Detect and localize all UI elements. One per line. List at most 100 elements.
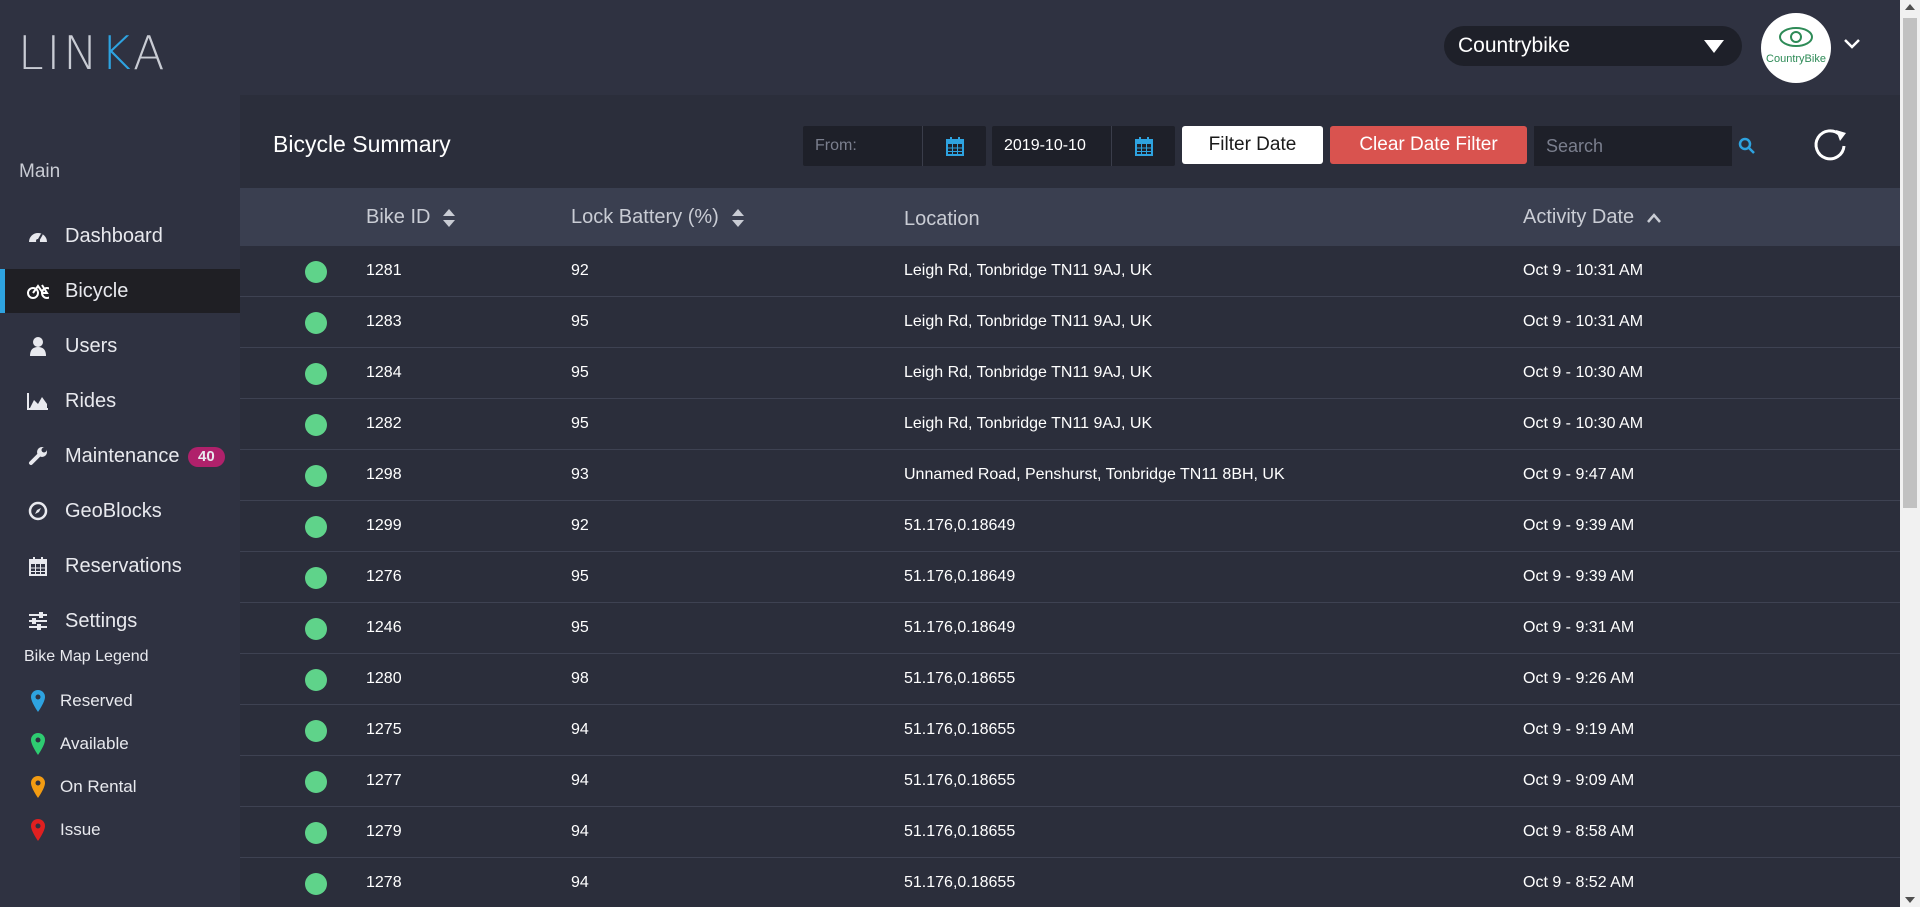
location-cell: 51.176,0.18655 <box>904 772 1016 789</box>
sidebar-item-geoblocks[interactable]: GeoBlocks <box>0 489 240 533</box>
company-select[interactable]: Countrybike <box>1444 26 1742 66</box>
clear-date-filter-button[interactable]: Clear Date Filter <box>1330 126 1527 164</box>
sidebar-item-rides[interactable]: Rides <box>0 379 240 423</box>
table-row[interactable]: 1283 95 Leigh Rd, Tonbridge TN11 9AJ, UK Oc… <box>240 297 1900 348</box>
activity-date-cell: Oct 9 - 10:30 AM <box>1523 364 1644 381</box>
column-header-activity-date[interactable]: Activity Date <box>1523 206 1662 229</box>
filter-date-button[interactable]: Filter Date <box>1182 126 1323 164</box>
search-input[interactable]: Search <box>1534 126 1732 166</box>
table-row[interactable]: 1282 95 Leigh Rd, Tonbridge TN11 9AJ, UK Oc… <box>240 399 1900 450</box>
logo-text-accent: K <box>100 26 133 80</box>
status-dot-icon <box>305 873 327 895</box>
sidebar-item-reservations[interactable]: Reservations <box>0 544 240 588</box>
status-dot-icon <box>305 414 327 436</box>
date-from-calendar-button[interactable] <box>923 126 986 166</box>
location-cell: Leigh Rd, Tonbridge TN11 9AJ, UK <box>904 262 1153 279</box>
table-row[interactable]: 1246 95 51.176,0.18649 Oct 9 - 9:31 AM <box>240 603 1900 654</box>
table-row[interactable]: 1275 94 51.176,0.18655 Oct 9 - 9:19 AM <box>240 705 1900 756</box>
column-header-bike-id[interactable]: Bike ID <box>366 206 456 229</box>
column-header-lock-battery[interactable]: Lock Battery (%) <box>571 206 745 229</box>
table-row[interactable]: 1279 94 51.176,0.18655 Oct 9 - 8:58 AM <box>240 807 1900 858</box>
bike-id-cell: 1278 <box>366 874 402 891</box>
sort-icon <box>443 208 456 227</box>
status-dot-icon <box>305 567 327 589</box>
wrench-icon <box>27 445 49 467</box>
search-icon[interactable] <box>1738 137 1756 155</box>
bike-id-cell: 1279 <box>366 823 402 840</box>
status-dot-icon <box>305 618 327 640</box>
company-select-value: Countrybike <box>1458 34 1571 57</box>
table-row[interactable]: 1299 92 51.176,0.18649 Oct 9 - 9:39 AM <box>240 501 1900 552</box>
linka-logo[interactable]: LINKA <box>18 26 167 80</box>
date-to-calendar-button[interactable] <box>1112 126 1175 166</box>
lock-battery-cell: 95 <box>571 415 589 432</box>
activity-date-cell: Oct 9 - 10:30 AM <box>1523 415 1644 432</box>
legend-label: Reserved <box>60 691 133 710</box>
table-row[interactable]: 1298 93 Unnamed Road, Penshurst, Tonbridge… <box>240 450 1900 501</box>
location-cell: Leigh Rd, Tonbridge TN11 9AJ, UK <box>904 313 1153 330</box>
table-row[interactable]: 1276 95 51.176,0.18649 Oct 9 - 9:39 AM <box>240 552 1900 603</box>
page-title: Bicycle Summary <box>273 131 451 157</box>
sidebar-item-maintenance[interactable]: Maintenance 40 <box>0 434 240 478</box>
sidebar-item-users[interactable]: Users <box>0 324 240 368</box>
lock-battery-cell: 94 <box>571 721 589 738</box>
sidebar-item-label: Users <box>65 334 118 357</box>
location-cell: 51.176,0.18649 <box>904 619 1016 636</box>
status-dot-icon <box>305 516 327 538</box>
table-row[interactable]: 1281 92 Leigh Rd, Tonbridge TN11 9AJ, UK Oc… <box>240 246 1900 297</box>
top-bar: LINKA Countrybike CountryBike <box>0 0 1900 95</box>
table-row[interactable]: 1280 98 51.176,0.18655 Oct 9 - 9:26 AM <box>240 654 1900 705</box>
scroll-down-arrow-icon[interactable] <box>1905 897 1915 903</box>
sliders-icon <box>27 610 49 632</box>
scroll-up-arrow-icon[interactable] <box>1905 4 1915 10</box>
legend-item-issue: Issue <box>30 818 101 842</box>
scrollbar[interactable] <box>1900 0 1920 907</box>
chevron-up-icon <box>1647 212 1662 223</box>
lock-battery-cell: 94 <box>571 874 589 891</box>
lock-battery-cell: 95 <box>571 364 589 381</box>
sidebar-item-bicycle[interactable]: Bicycle <box>0 269 240 313</box>
sidebar-item-label: Settings <box>65 609 138 632</box>
activity-date-cell: Oct 9 - 9:39 AM <box>1523 517 1635 534</box>
refresh-icon[interactable] <box>1810 125 1852 167</box>
map-pin-icon <box>31 819 45 841</box>
bike-id-cell: 1246 <box>366 619 402 636</box>
activity-date-cell: Oct 9 - 9:09 AM <box>1523 772 1635 789</box>
compass-icon <box>27 500 49 522</box>
logo-text: LIN <box>18 26 101 80</box>
calendar-icon <box>27 555 49 577</box>
dashboard-icon <box>27 225 49 247</box>
table-body: 1281 92 Leigh Rd, Tonbridge TN11 9AJ, UK Oc… <box>240 246 1900 907</box>
activity-date-cell: Oct 9 - 8:52 AM <box>1523 874 1635 891</box>
bike-id-cell: 1281 <box>366 262 402 279</box>
map-pin-icon <box>31 690 45 712</box>
sidebar-item-label: Maintenance <box>65 444 180 467</box>
activity-date-cell: Oct 9 - 10:31 AM <box>1523 262 1644 279</box>
table-row[interactable]: 1284 95 Leigh Rd, Tonbridge TN11 9AJ, UK Oc… <box>240 348 1900 399</box>
table-row[interactable]: 1278 94 51.176,0.18655 Oct 9 - 8:52 AM <box>240 858 1900 907</box>
activity-date-cell: Oct 9 - 9:47 AM <box>1523 466 1635 483</box>
column-header-location[interactable]: Location <box>904 208 980 231</box>
date-to-input[interactable]: 2019-10-10 <box>992 126 1112 166</box>
user-icon <box>27 335 49 357</box>
status-dot-icon <box>305 312 327 334</box>
legend-label: Issue <box>60 820 101 839</box>
avatar-label: CountryBike <box>1766 53 1826 65</box>
table-row[interactable]: 1277 94 51.176,0.18655 Oct 9 - 9:09 AM <box>240 756 1900 807</box>
scroll-thumb[interactable] <box>1903 18 1917 508</box>
column-header-label: Bike ID <box>366 206 431 228</box>
eye-logo-icon <box>1779 27 1813 47</box>
sidebar: Main Dashboard Bicycle Users Rides Maint… <box>0 95 240 907</box>
date-from-input[interactable]: From: <box>803 126 923 166</box>
sidebar-item-label: Reservations <box>65 554 182 577</box>
location-cell: 51.176,0.18655 <box>904 721 1016 738</box>
date-from-group: From: <box>803 126 986 166</box>
status-dot-icon <box>305 261 327 283</box>
activity-date-cell: Oct 9 - 9:31 AM <box>1523 619 1635 636</box>
lock-battery-cell: 92 <box>571 262 589 279</box>
sidebar-item-settings[interactable]: Settings <box>0 599 240 643</box>
sidebar-item-dashboard[interactable]: Dashboard <box>0 214 240 258</box>
chevron-down-icon[interactable] <box>1843 38 1861 50</box>
sidebar-item-label: Dashboard <box>65 224 163 247</box>
avatar[interactable]: CountryBike <box>1761 13 1831 83</box>
